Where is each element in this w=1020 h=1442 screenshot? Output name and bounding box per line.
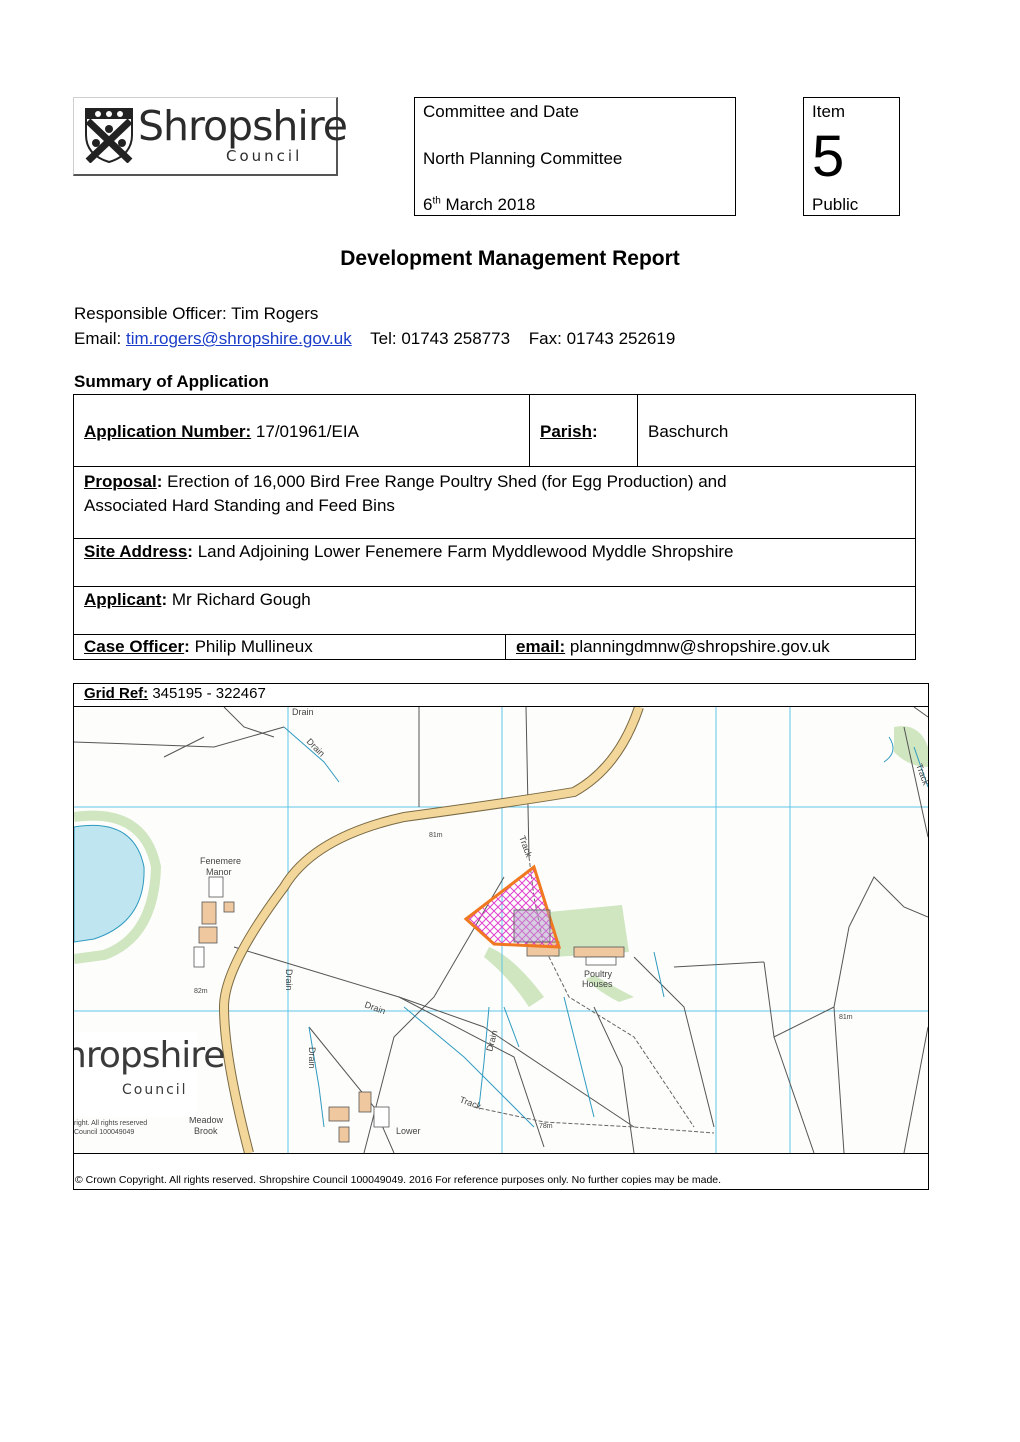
height-81m-a: 81m — [429, 832, 443, 839]
officer-email-link[interactable]: tim.rogers@shropshire.gov.uk — [126, 329, 352, 348]
label-poultry: Poultry — [584, 969, 613, 979]
svg-text:right. All rights reserved: right. All rights reserved — [74, 1120, 147, 1127]
case-email: planningdmnw@shropshire.gov.uk — [569, 637, 830, 656]
map-watermark-sub: Council — [122, 1082, 188, 1098]
report-title: Development Management Report — [340, 247, 680, 270]
label-fenemere: Fenemere — [200, 856, 241, 866]
proposal-line-1: Erection of 16,000 Bird Free Range Poult… — [167, 472, 727, 491]
item-number: 5 — [812, 124, 845, 189]
parish-value: Baschurch — [648, 422, 729, 441]
logo-subtext: Council — [226, 147, 303, 165]
label-drain-3: Drain — [284, 969, 294, 991]
committee-name: North Planning Committee — [423, 149, 623, 168]
label-drain-5: Drain — [307, 1047, 317, 1069]
shropshire-council-logo: Shropshire Council — [73, 97, 348, 176]
logo-wordmark: Shropshire — [138, 102, 348, 150]
officer-details: Responsible Officer: Tim Rogers Email: t… — [74, 301, 675, 351]
map-copyright: © Crown Copyright. All rights reserved. … — [75, 1174, 722, 1186]
committee-date: 6th March 2018 — [423, 195, 536, 214]
site-address-row: Site Address: Land Adjoining Lower Fenem… — [74, 539, 915, 587]
height-82m: 82m — [194, 988, 208, 995]
svg-text:Council 100049049: Council 100049049 — [74, 1129, 134, 1136]
location-map-box: Grid Ref: 345195 - 322467 Fenemere Manor… — [73, 683, 929, 1190]
item-status: Public — [812, 195, 859, 214]
applicant-row: Applicant: Mr Richard Gough — [74, 587, 915, 635]
height-81m-b: 81m — [839, 1014, 853, 1021]
officer-fax: Fax: 01743 252619 — [528, 329, 676, 348]
parish-label: Parish — [540, 422, 592, 441]
email-label: Email: — [74, 329, 122, 348]
case-email-label: email: — [516, 637, 566, 656]
responsible-officer: Responsible Officer: Tim Rogers — [74, 304, 319, 323]
site-address-label: Site Address — [84, 542, 188, 561]
application-number-label: Application Number: — [84, 422, 252, 441]
map-watermark: hropshire — [74, 1035, 224, 1076]
council-crest-icon — [85, 108, 133, 163]
application-number: 17/01961/EIA — [255, 422, 359, 441]
applicant-name: Mr Richard Gough — [171, 590, 311, 609]
case-officer-name: Philip Mullineux — [194, 637, 313, 656]
officer-tel: Tel: 01743 258773 — [370, 329, 511, 348]
label-lower: Lower — [396, 1126, 421, 1136]
height-78m: 78m — [539, 1123, 553, 1130]
label-manor: Manor — [206, 867, 232, 877]
grid-reference: Grid Ref: 345195 - 322467 — [84, 685, 266, 702]
proposal-row: Proposal: Erection of 16,000 Bird Free R… — [74, 467, 915, 539]
site-address: Land Adjoining Lower Fenemere Farm Myddl… — [197, 542, 734, 561]
applicant-label: Applicant — [84, 590, 162, 609]
committee-heading: Committee and Date — [423, 102, 579, 121]
label-brook: Brook — [194, 1126, 218, 1136]
application-number-row: Application Number: 17/01961/EIA Parish:… — [74, 395, 915, 467]
location-map[interactable]: Fenemere Manor Poultry Houses Meadow Bro… — [74, 706, 928, 1154]
case-officer-row: Case Officer: Philip Mullineux email: pl… — [74, 635, 915, 659]
summary-heading: Summary of Application — [74, 372, 269, 391]
item-label: Item — [812, 102, 846, 121]
proposal-line-2: Associated Hard Standing and Feed Bins — [84, 496, 395, 515]
application-summary-table: Application Number: 17/01961/EIA Parish:… — [73, 394, 916, 660]
item-box: Item 5 Public — [803, 97, 900, 216]
label-drain-1: Drain — [292, 707, 314, 717]
label-houses: Houses — [582, 979, 613, 989]
proposal-label: Proposal — [84, 472, 157, 491]
committee-box: Committee and Date North Planning Commit… — [414, 97, 736, 216]
case-officer-label: Case Officer — [84, 637, 185, 656]
